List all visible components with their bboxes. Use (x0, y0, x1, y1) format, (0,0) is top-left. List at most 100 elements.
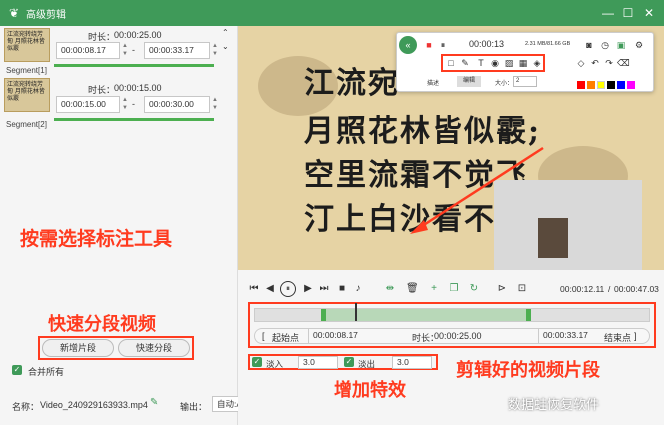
fade-in-checkbox[interactable]: ✓ (252, 357, 262, 367)
close-button[interactable]: ✕ (641, 5, 657, 21)
color-swatch-black[interactable] (607, 81, 615, 89)
toolbox-icon[interactable]: ▣ (615, 39, 627, 51)
color-swatch-yellow[interactable] (597, 81, 605, 89)
poem-line: 江流宛 (304, 66, 400, 101)
record-time: 00:00:13 (469, 39, 505, 49)
pause-icon[interactable]: ⏸ (437, 39, 449, 51)
segment-thumbnail: 江流宛转绕芳甸 月照花林皆似霰 (4, 78, 50, 112)
delete-icon[interactable]: 🗑 (406, 282, 419, 296)
minimize-button[interactable]: — (600, 5, 616, 21)
next-frame-icon[interactable]: ▶ (302, 282, 314, 296)
annotation-add-effects: 增加特效 (334, 380, 406, 401)
segment-label: Segment[1] (6, 66, 47, 75)
tab-line[interactable]: 描述 (427, 78, 439, 87)
annotation-quick-split: 快速分段视频 (48, 314, 156, 335)
segment-progress-bar (54, 64, 214, 67)
timeline-selection[interactable] (321, 309, 531, 321)
merge-all-label: 合并所有 (28, 367, 65, 377)
edit-icon[interactable]: ✎ (150, 397, 158, 408)
quick-split-button[interactable]: 快速分段 (118, 339, 190, 357)
segment-progress-bar (54, 118, 214, 121)
end-point-label[interactable]: 结束点 (604, 331, 631, 344)
size-input[interactable]: 2 (513, 76, 537, 87)
volume-icon[interactable]: ♪ (352, 282, 364, 296)
timer-icon[interactable]: ◷ (599, 39, 611, 51)
mosaic-tool-icon[interactable]: ▦ (517, 57, 529, 69)
spinner-icon[interactable]: ▲ ▼ (121, 42, 129, 59)
spinner-icon[interactable]: ▲ ▼ (211, 96, 219, 113)
mark-in-icon[interactable]: ⊳ (496, 282, 508, 296)
undo-icon[interactable]: ↶ (589, 57, 601, 69)
color-swatch-orange[interactable] (587, 81, 595, 89)
playback-controls: ⏮ ◀ ⏸ ▶ ⏭ ■ ♪ ⇹ 🗑 + ❐ ↻ ⊳ ⊡ 00:00:12.11 … (238, 270, 664, 425)
text-tool-icon[interactable]: T (475, 57, 487, 69)
clip-duration: 00:00:25.00 (434, 331, 482, 341)
segment-end-input[interactable]: 00:00:33.17 (144, 42, 210, 59)
camera-icon[interactable]: ◙ (583, 39, 595, 51)
current-time: 00:00:12.11 (560, 284, 605, 294)
skip-end-icon[interactable]: ⏭ (318, 282, 330, 296)
prev-frame-icon[interactable]: ◀ (264, 282, 276, 296)
spinner-icon[interactable]: ▲ ▼ (121, 96, 129, 113)
fade-in-input[interactable]: 3.0 (298, 356, 338, 369)
segment-item[interactable]: 江流宛转绕芳甸 月照花林皆似霰 Segment[1] 时长： 00:00:25.… (4, 28, 230, 76)
output-label: 输出： (180, 402, 208, 412)
pause-icon[interactable]: ⏸ (280, 281, 296, 297)
window-title: 高级剪辑 (26, 9, 66, 21)
mark-out-icon[interactable]: ⊡ (516, 282, 528, 296)
segment-duration-label: 时长： (88, 85, 116, 95)
segment-start-input[interactable]: 00:00:15.00 (56, 96, 120, 113)
chevron-up-icon[interactable]: ⌃ (222, 28, 229, 37)
range-dash: - (132, 99, 135, 109)
reset-icon[interactable]: ↻ (468, 282, 480, 296)
spinner-icon[interactable]: ▲ ▼ (211, 42, 219, 59)
segment-item[interactable]: 江流宛转绕芳甸 月照花林皆似霰 Segment[2] 时长： 00:00:15.… (4, 78, 230, 129)
maximize-button[interactable]: ☐ (620, 5, 636, 21)
settings-icon[interactable]: ⚙ (633, 39, 645, 51)
segment-label: Segment[2] (6, 120, 47, 129)
annotation-arrow (410, 146, 544, 234)
image-tool-icon[interactable]: ▨ (503, 57, 515, 69)
fade-in-label: 淡入 (266, 359, 284, 369)
clip-start-input[interactable]: 00:00:08.17 (308, 328, 366, 344)
tab-edit[interactable]: 编辑 (457, 76, 481, 87)
segment-start-input[interactable]: 00:00:08.17 (56, 42, 120, 59)
time-separator: / (608, 284, 611, 294)
annotation-clip-segment: 剪辑好的视频片段 (456, 360, 600, 381)
highlight-tool-icon[interactable]: ◈ (531, 57, 543, 69)
color-swatch-red[interactable] (577, 81, 585, 89)
clear-icon[interactable]: ⌫ (617, 57, 630, 69)
timeline-track[interactable] (254, 303, 650, 322)
redo-icon[interactable]: ↷ (603, 57, 615, 69)
bracket-right-icon: ] (634, 331, 637, 341)
stop-icon[interactable]: ■ (423, 39, 435, 51)
poem-line: 月照花林皆似霰; (304, 114, 542, 149)
pen-tool-icon[interactable]: ✎ (459, 57, 471, 69)
annotation-toolbar: « ■ ⏸ 00:00:13 2.31 MB/81.66 GB ◙ ◷ ▣ ⚙ … (396, 32, 654, 92)
playhead[interactable] (355, 303, 357, 321)
fade-out-input[interactable]: 3.0 (392, 356, 432, 369)
rectangle-tool-icon[interactable]: □ (445, 57, 457, 69)
eraser-icon[interactable]: ◇ (575, 57, 587, 69)
split-icon[interactable]: ⇹ (384, 282, 396, 296)
fade-out-checkbox[interactable]: ✓ (344, 357, 354, 367)
add-segment-button[interactable]: 新增片段 (42, 339, 114, 357)
record-size: 2.31 MB/81.66 GB (525, 41, 571, 47)
copy-icon[interactable]: ❐ (448, 282, 460, 296)
collapse-icon[interactable]: « (399, 36, 417, 54)
bracket-left-icon: [ (262, 331, 265, 341)
clip-end-input[interactable]: 00:00:33.17 (538, 328, 594, 344)
skip-start-icon[interactable]: ⏮ (248, 282, 260, 296)
range-dash: - (132, 45, 135, 55)
size-label: 大小： (495, 81, 514, 87)
chevron-down-icon[interactable]: ⌄ (222, 42, 229, 51)
stop-icon[interactable]: ■ (336, 282, 348, 296)
color-swatch-blue[interactable] (617, 81, 625, 89)
color-swatch-magenta[interactable] (627, 81, 635, 89)
merge-all-checkbox[interactable]: ✓ (12, 365, 22, 375)
fade-out-label: 淡出 (358, 359, 376, 369)
start-point-label[interactable]: 起始点 (272, 331, 299, 344)
segment-end-input[interactable]: 00:00:30.00 (144, 96, 210, 113)
add-icon[interactable]: + (428, 282, 440, 296)
sticker-tool-icon[interactable]: ◉ (489, 57, 501, 69)
